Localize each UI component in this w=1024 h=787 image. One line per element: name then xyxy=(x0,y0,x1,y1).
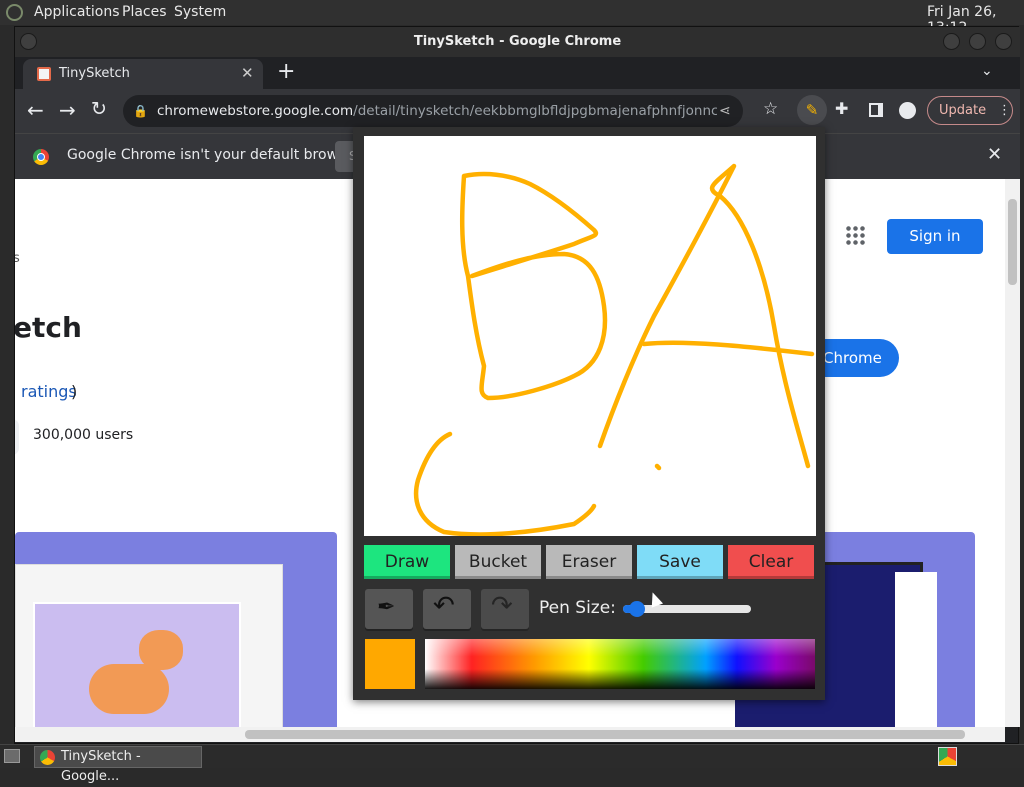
forward-button[interactable]: → xyxy=(59,98,76,122)
save-button[interactable]: Save xyxy=(637,545,723,579)
letter-b-stroke xyxy=(459,171,608,401)
menu-places[interactable]: Places xyxy=(122,4,167,20)
bottom-taskbar: TinySketch - Google... xyxy=(0,744,1024,784)
window-title: TinySketch - Google Chrome xyxy=(413,34,622,49)
distro-logo-icon[interactable] xyxy=(6,4,23,21)
color-spectrum-picker[interactable] xyxy=(425,639,815,689)
pen-size-thumb[interactable] xyxy=(629,601,645,617)
close-window-button[interactable] xyxy=(995,33,1012,50)
letter-a-stroke xyxy=(597,163,815,469)
window-titlebar[interactable]: TinySketch - Google Chrome xyxy=(15,27,1020,57)
tab-search-chevron-icon[interactable]: ⌄ xyxy=(981,63,993,79)
users-chip xyxy=(15,419,19,455)
taskbar-window-button[interactable]: TinySketch - Google... xyxy=(34,746,202,784)
screenshot-card-left[interactable] xyxy=(15,532,337,727)
redo-button[interactable]: ↷ xyxy=(481,589,529,629)
back-button[interactable]: ← xyxy=(27,98,44,122)
tab-strip: TinySketch ✕ + ⌄ xyxy=(15,57,1020,89)
reload-button[interactable]: ↻ xyxy=(91,98,107,120)
share-icon[interactable]: ⋖ xyxy=(719,95,731,127)
close-tab-icon[interactable]: ✕ xyxy=(241,64,254,82)
profile-avatar-icon[interactable] xyxy=(899,102,916,119)
screenshot-white-panel xyxy=(895,572,937,727)
breadcrumb-fragment: s xyxy=(15,251,20,266)
url-host: chromewebstore.google.com xyxy=(157,103,354,119)
draw-tool-button[interactable]: Draw xyxy=(364,545,450,579)
apps-grid-icon[interactable] xyxy=(845,225,865,245)
vertical-scroll-thumb[interactable] xyxy=(1008,199,1017,285)
horizontal-scroll-thumb[interactable] xyxy=(245,730,965,739)
eyedropper-button[interactable]: ✒ xyxy=(365,589,413,629)
top-panel: Applications Places System Fri Jan 26, 1… xyxy=(0,0,1024,36)
cat-body-shape xyxy=(89,664,169,714)
current-color-swatch[interactable] xyxy=(365,639,415,689)
taskbar-chrome-icon xyxy=(40,750,55,765)
drawing-canvas[interactable] xyxy=(364,136,816,537)
window-menu-button[interactable] xyxy=(20,33,37,50)
users-count: 300,000 users xyxy=(33,427,134,443)
close-infobar-icon[interactable]: ✕ xyxy=(987,144,1002,165)
browser-window: TinySketch - Google Chrome TinySketch ✕ … xyxy=(14,26,1020,744)
maximize-button[interactable] xyxy=(969,33,986,50)
add-to-chrome-label: Chrome xyxy=(823,349,882,367)
ratings-link[interactable]: ratings xyxy=(21,382,77,401)
url-text: chromewebstore.google.com/detail/tinyske… xyxy=(157,95,717,127)
menu-applications[interactable]: Applications xyxy=(34,4,120,20)
cat-head-shape xyxy=(139,630,183,670)
sign-in-label: Sign in xyxy=(909,227,961,245)
new-tab-button[interactable]: + xyxy=(277,59,295,84)
extension-title: etch xyxy=(15,311,82,344)
redo-arrow-icon: ↷ xyxy=(491,591,513,621)
sign-in-button[interactable]: Sign in xyxy=(887,219,983,254)
letter-c-stroke xyxy=(413,431,597,537)
pen-size-label: Pen Size: xyxy=(539,598,616,618)
bookmark-star-icon[interactable]: ☆ xyxy=(763,99,778,119)
chrome-menu-icon[interactable]: ⋮ xyxy=(998,97,1011,124)
tray-chrome-icon[interactable] xyxy=(938,747,957,766)
eraser-tool-button[interactable]: Eraser xyxy=(546,545,632,579)
taskbar-window-label: TinySketch - Google... xyxy=(61,749,141,784)
clear-button[interactable]: Clear xyxy=(728,545,814,579)
lock-icon: 🔒 xyxy=(133,104,148,118)
pen-size-slider[interactable] xyxy=(623,601,751,617)
sketch-strokes xyxy=(413,163,815,537)
horizontal-scrollbar[interactable] xyxy=(15,727,1005,742)
extensions-puzzle-icon[interactable]: ✚ xyxy=(835,99,848,118)
undo-button[interactable]: ↶ xyxy=(423,589,471,629)
eyedropper-icon: ✒ xyxy=(377,595,396,620)
ratings-paren: ) xyxy=(71,382,78,401)
address-bar[interactable]: 🔒 chromewebstore.google.com/detail/tinys… xyxy=(123,95,743,127)
update-button[interactable]: Update ⋮ xyxy=(927,96,1013,125)
undo-arrow-icon: ↶ xyxy=(433,591,455,621)
stroke-dot xyxy=(654,463,662,471)
side-panel-icon[interactable] xyxy=(869,103,883,117)
minimize-button[interactable] xyxy=(943,33,960,50)
url-path: /detail/tinysketch/eekbbmglbfldjpgbmajen… xyxy=(353,103,717,119)
menu-system[interactable]: System xyxy=(174,4,226,20)
spectrum-shade-overlay xyxy=(425,639,815,689)
bucket-tool-button[interactable]: Bucket xyxy=(455,545,541,579)
tinysketch-favicon-icon xyxy=(37,67,51,81)
cat-illustration xyxy=(33,602,241,727)
tab-title: TinySketch xyxy=(59,66,130,81)
tab-tinysketch[interactable]: TinySketch ✕ xyxy=(23,59,263,89)
update-label: Update xyxy=(939,103,987,118)
vertical-scrollbar[interactable] xyxy=(1005,179,1020,727)
show-desktop-icon[interactable] xyxy=(4,749,20,763)
tinysketch-extension-icon[interactable]: ✎ xyxy=(797,95,827,125)
infobar-message: Google Chrome isn't your default browser xyxy=(67,147,360,163)
tinysketch-popup: Draw Bucket Eraser Save Clear ✒ ↶ ↷ Pen … xyxy=(353,127,825,700)
chrome-logo-icon xyxy=(33,149,49,165)
